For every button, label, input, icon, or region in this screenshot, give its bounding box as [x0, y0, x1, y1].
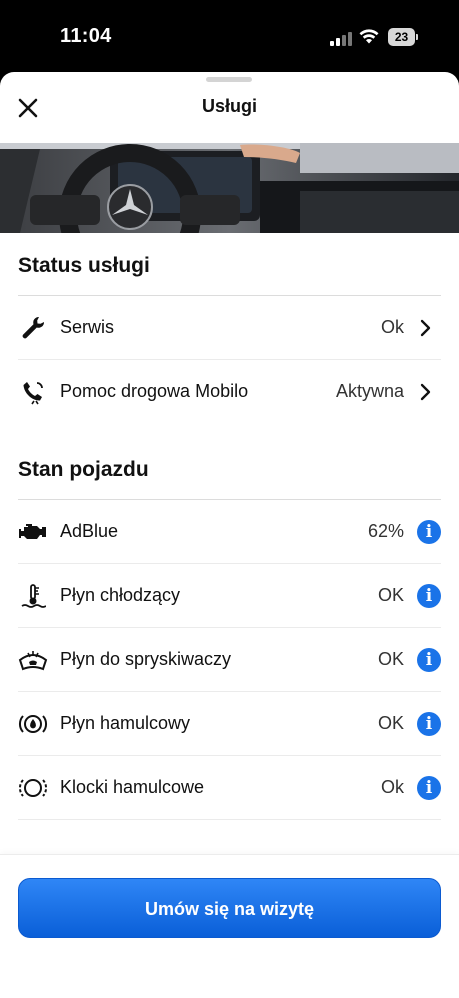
row-label: AdBlue	[60, 521, 119, 541]
chevron-right-icon	[420, 383, 431, 401]
section-title-vehicle-status: Stan pojazdu	[18, 458, 149, 481]
sheet-grabber[interactable]	[206, 77, 252, 82]
row-label: Klocki hamulcowe	[60, 777, 205, 797]
battery-level: 23	[388, 28, 415, 46]
wifi-icon	[359, 29, 379, 44]
row-label: Płyn hamulcowy	[60, 713, 191, 733]
wrench-icon	[18, 314, 48, 342]
row-value: Aktywna	[335, 381, 404, 401]
bottom-action-bar: Umów się na wizytę	[0, 854, 459, 998]
row-label: Serwis	[60, 317, 115, 337]
row-value: 62%	[367, 521, 404, 541]
battery-icon: 23	[388, 28, 418, 46]
row-label: Płyn chłodzący	[60, 585, 181, 605]
cellular-signal-icon	[330, 30, 352, 46]
vehicle-row-brake-fluid: Płyn hamulcowy OK i	[0, 692, 459, 756]
services-sheet: Usługi Status usługi Serwis Ok Pomoc dro…	[0, 72, 459, 998]
coolant-icon	[18, 582, 48, 610]
washer-fluid-icon	[18, 646, 48, 674]
service-row-serwis[interactable]: Serwis Ok	[0, 296, 459, 360]
status-time: 11:04	[60, 25, 112, 47]
service-row-mobilo[interactable]: Pomoc drogowa Mobilo Aktywna	[0, 360, 459, 424]
engine-icon	[18, 518, 48, 546]
status-bar: 11:04 23	[0, 0, 459, 72]
vehicle-row-adblue: AdBlue 62% i	[0, 500, 459, 564]
row-value: OK	[377, 713, 404, 733]
row-value: OK	[377, 585, 404, 605]
row-value: Ok	[380, 317, 404, 337]
hero-image-car-interior	[0, 143, 459, 233]
page-title: Usługi	[201, 96, 257, 116]
info-icon[interactable]: i	[417, 584, 441, 608]
row-value: Ok	[380, 777, 404, 797]
vehicle-row-washer-fluid: Płyn do spryskiwaczy OK i	[0, 628, 459, 692]
info-icon[interactable]: i	[417, 776, 441, 800]
phone-assist-icon	[18, 378, 48, 406]
brake-pads-icon	[18, 774, 48, 802]
vehicle-row-brake-pads: Klocki hamulcowe Ok i	[0, 756, 459, 820]
row-label: Płyn do spryskiwaczy	[60, 649, 232, 669]
row-label: Pomoc drogowa Mobilo	[60, 381, 249, 401]
info-icon[interactable]: i	[417, 520, 441, 544]
info-icon[interactable]: i	[417, 648, 441, 672]
info-icon[interactable]: i	[417, 712, 441, 736]
book-visit-button[interactable]: Umów się na wizytę	[18, 878, 441, 938]
section-title-service-status: Status usługi	[18, 254, 150, 277]
vehicle-row-coolant: Płyn chłodzący OK i	[0, 564, 459, 628]
chevron-right-icon	[420, 319, 431, 337]
brake-fluid-icon	[18, 710, 48, 738]
row-value: OK	[377, 649, 404, 669]
